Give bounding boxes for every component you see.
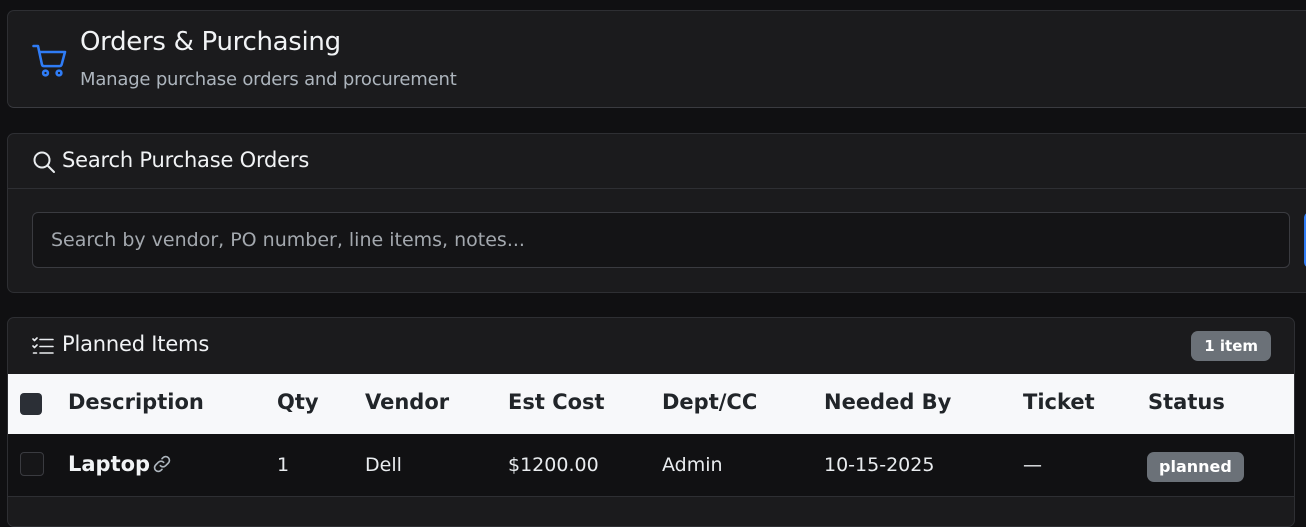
link-icon[interactable] xyxy=(152,454,172,474)
planned-items-panel: Planned Items 1 item Description Qty Ven… xyxy=(7,317,1295,527)
cell-needed-by: 10-15-2025 xyxy=(824,454,935,476)
cell-dept-cc: Admin xyxy=(662,454,723,476)
checklist-icon xyxy=(32,337,54,354)
planned-items-header: Planned Items 1 item xyxy=(8,318,1294,374)
column-header-est-cost[interactable]: Est Cost xyxy=(508,390,605,414)
column-header-vendor[interactable]: Vendor xyxy=(365,390,449,414)
search-icon xyxy=(33,151,55,173)
table-header: Description Qty Vendor Est Cost Dept/CC … xyxy=(8,374,1294,434)
table-row[interactable]: Laptop 1 Dell $1200.00 Admin 10-15-2025 … xyxy=(8,434,1294,497)
cell-qty: 1 xyxy=(277,454,290,476)
page-subtitle: Manage purchase orders and procurement xyxy=(80,69,457,90)
search-panel-header: Search Purchase Orders xyxy=(8,134,1306,189)
row-checkbox[interactable] xyxy=(20,452,44,476)
select-all-checkbox[interactable] xyxy=(20,393,42,415)
cell-ticket: — xyxy=(1023,454,1042,476)
planned-items-title: Planned Items xyxy=(62,332,210,356)
column-header-status[interactable]: Status xyxy=(1148,390,1225,414)
page-header: Orders & Purchasing Manage purchase orde… xyxy=(7,10,1306,108)
column-header-qty[interactable]: Qty xyxy=(277,390,319,414)
cell-description: Laptop xyxy=(68,452,151,476)
column-header-description[interactable]: Description xyxy=(68,390,204,414)
cart-icon xyxy=(32,44,67,77)
column-header-ticket[interactable]: Ticket xyxy=(1023,390,1095,414)
search-panel: Search Purchase Orders xyxy=(7,133,1306,293)
search-panel-title: Search Purchase Orders xyxy=(62,148,310,172)
item-count-badge: 1 item xyxy=(1191,331,1271,361)
status-badge: planned xyxy=(1147,452,1244,482)
column-header-needed-by[interactable]: Needed By xyxy=(824,390,951,414)
page-title: Orders & Purchasing xyxy=(80,27,341,57)
column-header-dept-cc[interactable]: Dept/CC xyxy=(662,390,757,414)
cell-est-cost: $1200.00 xyxy=(508,454,599,476)
cell-vendor: Dell xyxy=(365,454,402,476)
search-input[interactable] xyxy=(32,212,1290,268)
